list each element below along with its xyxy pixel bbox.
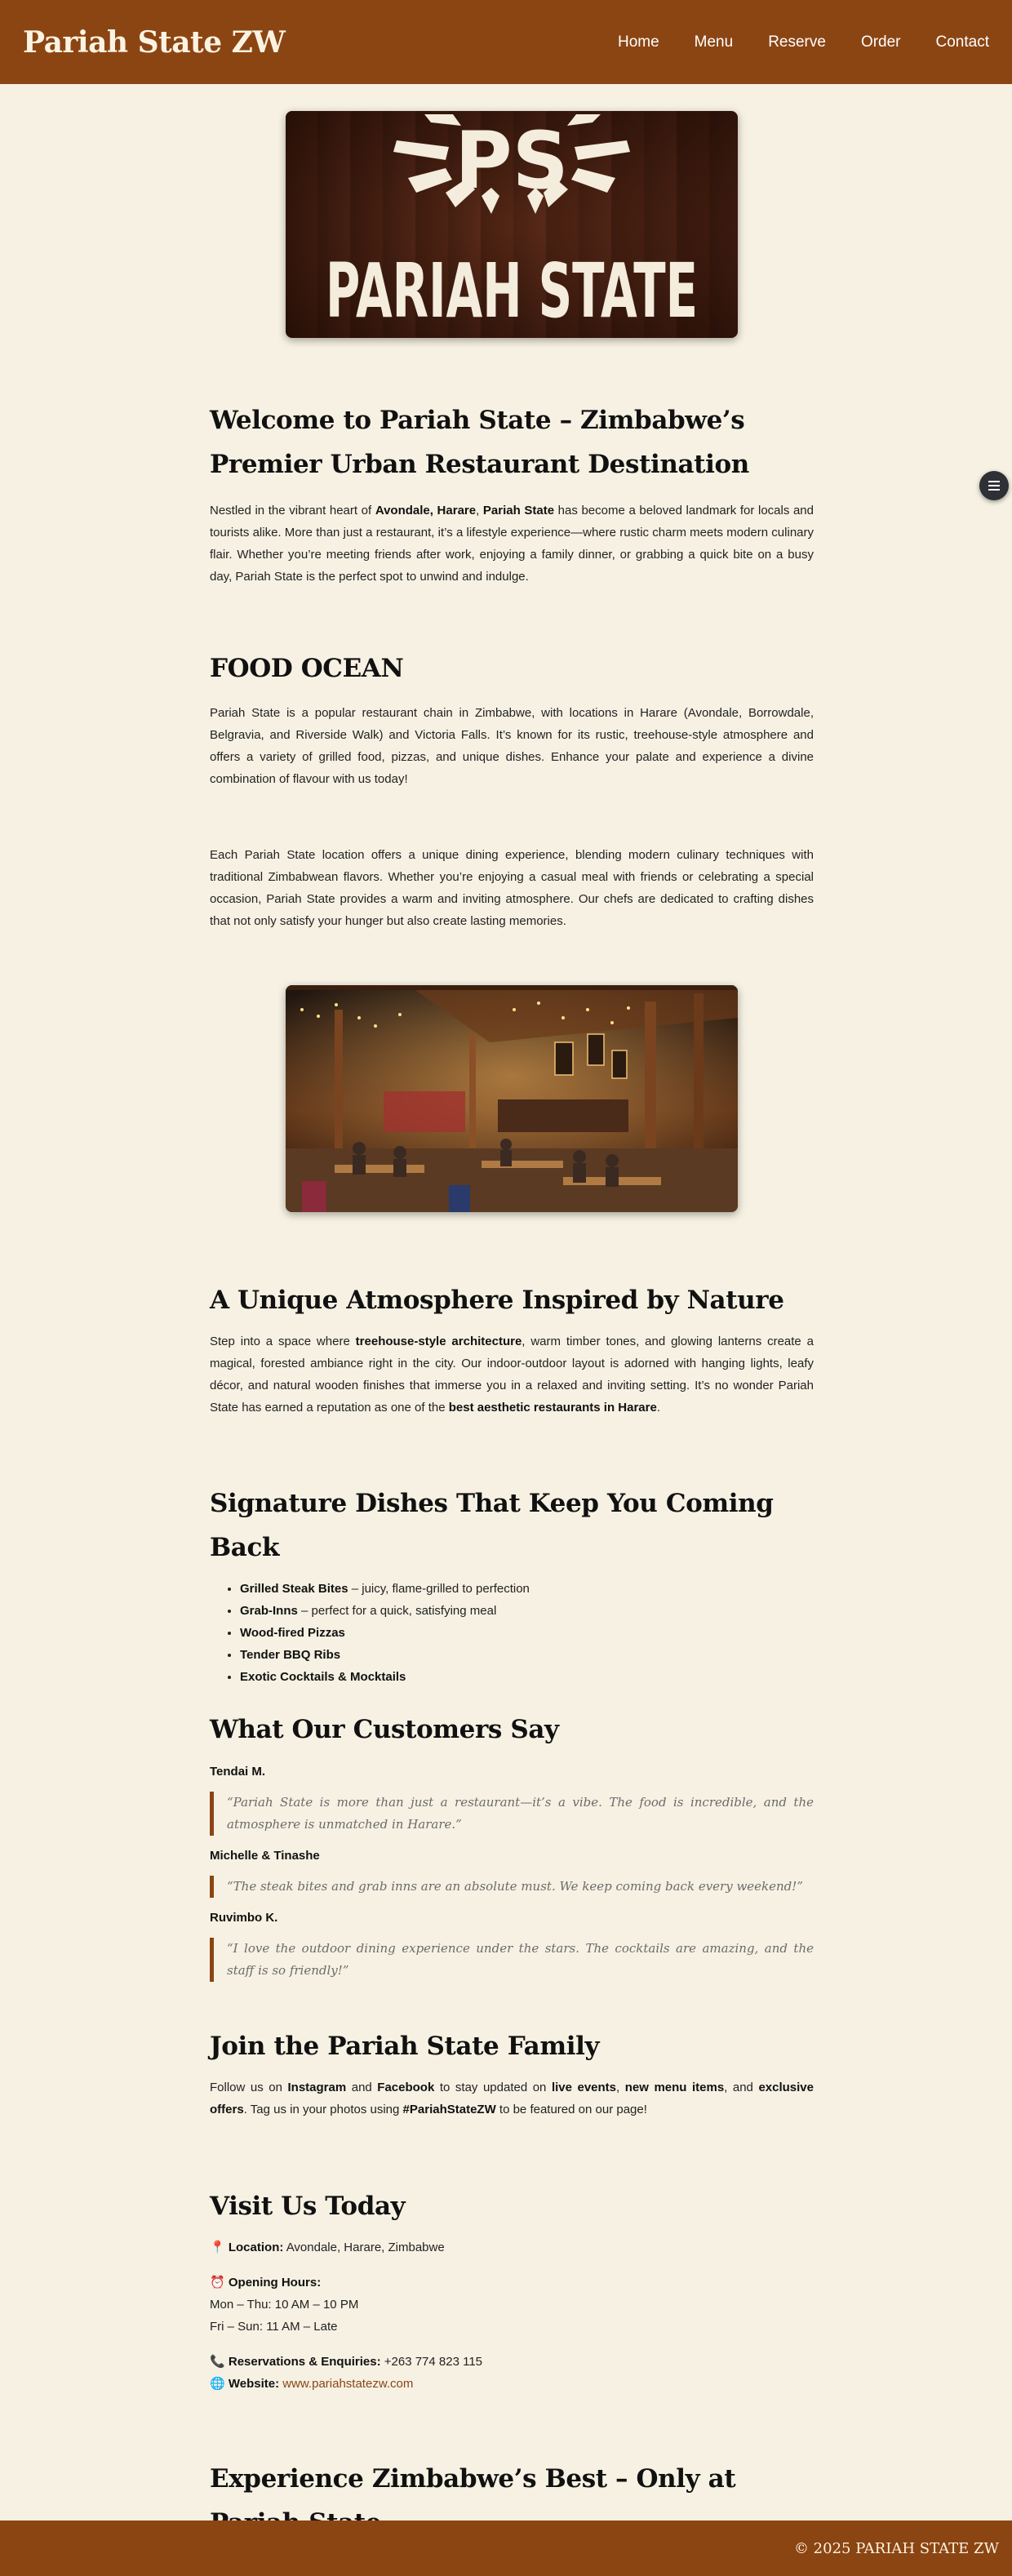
reviewer-name: Tendai M. (210, 1765, 266, 1779)
list-item: Grab-Inns – perfect for a quick, satisfy… (240, 1600, 814, 1622)
join-section: Join the Pariah State Family Follow us o… (210, 2024, 814, 2121)
alarm-clock-icon: ⏰ (210, 2276, 225, 2290)
phone-line: 📞 Reservations & Enquiries: +263 774 823… (210, 2355, 483, 2369)
welcome-paragraph: Nestled in the vibrant heart of Avondale… (210, 504, 814, 584)
list-item: Wood-fired Pizzas (240, 1622, 814, 1644)
hours-weekday: Mon – Thu: 10 AM – 10 PM (210, 2298, 359, 2312)
food-ocean-section: FOOD OCEAN Pariah State is a popular res… (210, 646, 814, 932)
logo-monogram: PS (455, 115, 569, 207)
logo-wordmark: PARIAH STATE (326, 247, 698, 335)
website-line: 🌐 Website: www.pariahstatezw.com (210, 2377, 414, 2391)
reviews-heading: What Our Customers Say (210, 1715, 559, 1744)
list-item: Exotic Cocktails & Mocktails (240, 1666, 814, 1688)
main-nav: Home Menu Reserve Order Contact (583, 33, 989, 51)
interior-illustration (286, 985, 738, 1212)
site-footer: © 2025 PARIAH STATE ZW (0, 2520, 1012, 2576)
review-quote: “The steak bites and grab inns are an ab… (210, 1876, 814, 1898)
globe-icon: 🌐 (210, 2377, 225, 2391)
phone-icon: 📞 (210, 2355, 225, 2369)
list-item: Tender BBQ Ribs (240, 1644, 814, 1666)
reviewer-name: Ruvimbo K. (210, 1911, 278, 1925)
reviewer-name: Michelle & Tinashe (210, 1849, 320, 1863)
hero-logo-banner: PS PARIAH STATE (286, 111, 738, 338)
facebook-link[interactable]: Facebook (377, 2081, 434, 2094)
atmosphere-paragraph: Step into a space where treehouse-style … (210, 1335, 814, 1415)
dishes-list: Grilled Steak Bites – juicy, flame-grill… (210, 1578, 814, 1688)
pariah-state-logo: PS PARIAH STATE (326, 114, 698, 335)
pin-icon: 📍 (210, 2241, 225, 2254)
join-heading: Join the Pariah State Family (210, 2032, 600, 2061)
review-quote: “I love the outdoor dining experience un… (210, 1938, 814, 1982)
nav-home[interactable]: Home (618, 33, 659, 51)
site-logo-text[interactable]: Pariah State ZW (23, 25, 286, 60)
reviews-section: What Our Customers Say Tendai M. “Pariah… (210, 1708, 814, 1982)
location-line: 📍 Location: Avondale, Harare, Zimbabwe (210, 2241, 445, 2254)
welcome-heading: Welcome to Pariah State – Zimbabwe’s Pre… (210, 406, 749, 479)
accessibility-widget-button[interactable] (979, 471, 1009, 500)
website-link[interactable]: www.pariahstatezw.com (282, 2377, 413, 2391)
menu-icon (988, 481, 1000, 491)
join-paragraph: Follow us on Instagram and Facebook to s… (210, 2081, 814, 2116)
nav-reserve[interactable]: Reserve (768, 33, 826, 51)
nav-contact[interactable]: Contact (936, 33, 989, 51)
food-ocean-paragraph-1: Pariah State is a popular restaurant cha… (210, 706, 814, 786)
visit-section: Visit Us Today 📍 Location: Avondale, Har… (210, 2184, 814, 2395)
hours-weekend: Fri – Sun: 11 AM – Late (210, 2320, 338, 2334)
atmosphere-section: A Unique Atmosphere Inspired by Nature S… (210, 1278, 814, 1419)
visit-heading: Visit Us Today (210, 2192, 406, 2221)
nav-menu[interactable]: Menu (695, 33, 734, 51)
atmosphere-heading: A Unique Atmosphere Inspired by Nature (210, 1286, 784, 1315)
instagram-link[interactable]: Instagram (287, 2081, 346, 2094)
dishes-heading: Signature Dishes That Keep You Coming Ba… (210, 1489, 774, 1562)
food-ocean-heading: FOOD OCEAN (210, 654, 404, 683)
copyright-text: © 2025 PARIAH STATE ZW (793, 2539, 999, 2557)
welcome-section: Welcome to Pariah State – Zimbabwe’s Pre… (210, 398, 814, 588)
site-header: Pariah State ZW Home Menu Reserve Order … (0, 0, 1012, 84)
review-quote: “Pariah State is more than just a restau… (210, 1792, 814, 1836)
list-item: Grilled Steak Bites – juicy, flame-grill… (240, 1578, 814, 1600)
food-ocean-paragraph-2: Each Pariah State location offers a uniq… (210, 848, 814, 928)
nav-order[interactable]: Order (861, 33, 901, 51)
dishes-section: Signature Dishes That Keep You Coming Ba… (210, 1481, 814, 1688)
hours-label-line: ⏰ Opening Hours: (210, 2276, 322, 2290)
restaurant-interior-photo (286, 985, 738, 1212)
